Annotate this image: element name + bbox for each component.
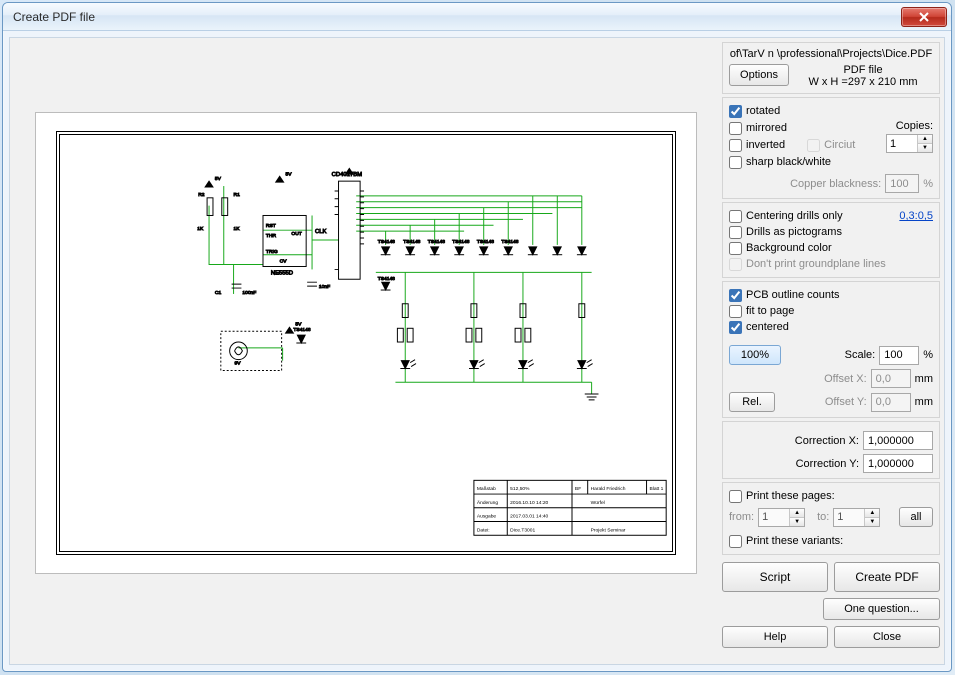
print-pages-checkbox[interactable]: Print these pages: <box>729 488 933 504</box>
svg-text:Ausgabe: Ausgabe <box>477 514 497 520</box>
pages-group: Print these pages: from: ▲▼ to: ▲▼ all P… <box>722 482 940 555</box>
copper-label: Copper blackness: <box>790 178 881 190</box>
copies-label: Copies: <box>886 120 933 132</box>
copies-spinner[interactable]: ▲▼ <box>886 134 933 153</box>
svg-text:Maßstab: Maßstab <box>477 486 496 492</box>
scale-100-button[interactable]: 100% <box>729 345 781 365</box>
inverted-checkbox[interactable]: inverted <box>729 137 785 153</box>
dialog-window: Create PDF file <box>2 2 952 672</box>
scale-input[interactable] <box>879 346 919 365</box>
svg-text:9V: 9V <box>235 361 242 367</box>
svg-text:TS4148: TS4148 <box>501 239 518 245</box>
sharp-checkbox[interactable]: sharp black/white <box>729 154 855 170</box>
all-pages-button[interactable]: all <box>899 507 933 527</box>
svg-text:Dice.T3001: Dice.T3001 <box>510 527 535 533</box>
print-options-group: rotated mirrored inverted Circiut sharp … <box>722 97 940 199</box>
preview-sheet: CD4017BM CLK NE555D RST THR <box>35 112 697 574</box>
svg-text:TS4148: TS4148 <box>452 239 469 245</box>
correction-group: Correction X: Correction Y: <box>722 421 940 479</box>
file-dims: W x H =297 x 210 mm <box>793 76 933 88</box>
correction-y-input[interactable] <box>863 454 933 473</box>
action-buttons: Script Create PDF One question... Help C… <box>722 558 940 648</box>
svg-text:CLK: CLK <box>315 229 327 235</box>
side-panel: of\TarV n \professional\Projects\Dice.PD… <box>722 42 940 660</box>
svg-text:10nF: 10nF <box>319 284 330 290</box>
schematic-drawing: CD4017BM CLK NE555D RST THR <box>60 137 672 549</box>
svg-text:5V: 5V <box>286 171 293 177</box>
options-button[interactable]: Options <box>729 64 789 86</box>
window-title: Create PDF file <box>13 10 901 24</box>
close-button[interactable]: Close <box>834 626 940 648</box>
svg-text:Änderung: Änderung <box>477 499 498 506</box>
svg-text:TS4148: TS4148 <box>293 327 310 333</box>
titlebar: Create PDF file <box>3 3 951 31</box>
svg-text:OUT: OUT <box>291 231 301 237</box>
centering-drills-checkbox[interactable]: Centering drills only <box>729 208 843 224</box>
centered-checkbox[interactable]: centered <box>729 319 933 335</box>
pcb-outline-checkbox[interactable]: PCB outline counts <box>729 287 933 303</box>
svg-text:Harald Friedrich: Harald Friedrich <box>591 486 626 492</box>
drills-group: Centering drills only 0,3:0,5 Drills as … <box>722 202 940 278</box>
svg-text:TRIG: TRIG <box>266 249 278 255</box>
file-group: of\TarV n \professional\Projects\Dice.PD… <box>722 42 940 94</box>
svg-text:TS4148: TS4148 <box>477 239 494 245</box>
svg-text:100nF: 100nF <box>242 290 256 296</box>
svg-text:2017.03.01 14:40: 2017.03.01 14:40 <box>510 514 548 520</box>
svg-text:BF: BF <box>575 486 581 492</box>
svg-text:512,50%: 512,50% <box>510 486 530 492</box>
svg-text:Blatt 1: Blatt 1 <box>649 486 663 492</box>
scale-group: PCB outline counts fit to page centered … <box>722 281 940 418</box>
client-area: CD4017BM CLK NE555D RST THR <box>9 37 945 665</box>
from-page-spinner: ▲▼ <box>758 508 805 527</box>
svg-text:2016.10.10 14:20: 2016.10.10 14:20 <box>510 500 548 506</box>
svg-text:NE555D: NE555D <box>271 270 293 276</box>
circuit-checkbox: Circiut <box>807 137 855 153</box>
drill-ratio-link[interactable]: 0,3:0,5 <box>899 210 933 222</box>
copper-input <box>885 174 919 193</box>
spin-up-icon: ▲ <box>918 135 932 144</box>
svg-text:Projekt Seminar: Projekt Seminar <box>591 527 626 533</box>
fit-to-page-checkbox[interactable]: fit to page <box>729 303 933 319</box>
background-color-checkbox[interactable]: Background color <box>729 240 933 256</box>
svg-text:1K: 1K <box>234 226 241 232</box>
svg-text:5V: 5V <box>215 176 222 182</box>
rotated-checkbox[interactable]: rotated <box>729 103 855 119</box>
rel-button[interactable]: Rel. <box>729 392 775 412</box>
svg-text:TS4148: TS4148 <box>378 276 395 282</box>
offset-x-input <box>871 369 911 388</box>
one-question-button[interactable]: One question... <box>823 598 940 620</box>
preview-pane: CD4017BM CLK NE555D RST THR <box>14 42 718 660</box>
svg-text:CV: CV <box>280 259 288 265</box>
file-type: PDF file <box>793 64 933 76</box>
window-close-button[interactable] <box>901 7 947 27</box>
svg-text:5V: 5V <box>295 321 302 327</box>
file-path: of\TarV n \professional\Projects\Dice.PD… <box>729 48 933 60</box>
svg-text:Datei:: Datei: <box>477 527 490 533</box>
svg-text:Würfel: Würfel <box>591 500 605 506</box>
svg-text:TS4148: TS4148 <box>403 239 420 245</box>
correction-x-input[interactable] <box>863 431 933 450</box>
print-variants-checkbox[interactable]: Print these variants: <box>729 533 933 549</box>
svg-text:R2: R2 <box>198 192 205 198</box>
drills-pictograms-checkbox[interactable]: Drills as pictograms <box>729 224 933 240</box>
svg-text:TS4148: TS4148 <box>428 239 445 245</box>
to-page-spinner: ▲▼ <box>833 508 880 527</box>
script-button[interactable]: Script <box>722 562 828 592</box>
mirrored-checkbox[interactable]: mirrored <box>729 120 855 136</box>
svg-text:THR: THR <box>266 233 277 239</box>
no-groundplane-checkbox: Don't print groundplane lines <box>729 256 933 272</box>
svg-text:R1: R1 <box>234 192 241 198</box>
svg-text:1K: 1K <box>197 226 204 232</box>
svg-text:C1: C1 <box>215 290 222 296</box>
offset-y-input <box>871 393 911 412</box>
svg-text:RST: RST <box>266 223 276 229</box>
title-block: Maßstab 512,50% BF Harald Friedrich Blat… <box>474 480 666 535</box>
spin-down-icon: ▼ <box>918 144 932 152</box>
svg-text:TS4148: TS4148 <box>378 239 395 245</box>
help-button[interactable]: Help <box>722 626 828 648</box>
create-pdf-button[interactable]: Create PDF <box>834 562 940 592</box>
